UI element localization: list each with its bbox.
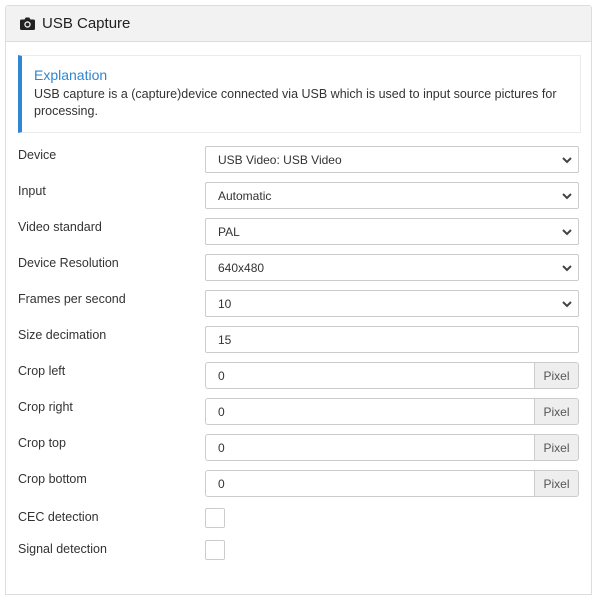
explanation-box: Explanation USB capture is a (capture)de… bbox=[18, 55, 581, 133]
size-decimation-label: Size decimation bbox=[18, 328, 107, 342]
crop-top-input[interactable]: 0 bbox=[205, 434, 535, 461]
size-decimation-input[interactable]: 15 bbox=[205, 326, 579, 353]
camera-icon bbox=[20, 17, 35, 30]
form-row-signal-detection: Signal detection bbox=[6, 540, 593, 568]
device-resolution-select[interactable]: 640x480 bbox=[205, 254, 579, 281]
cec-detection-checkbox[interactable] bbox=[205, 508, 225, 528]
crop-bottom-label: Crop bottom bbox=[18, 472, 87, 486]
explanation-title: Explanation bbox=[34, 67, 108, 83]
crop-top-label: Crop top bbox=[18, 436, 66, 450]
size-decimation-value: 15 bbox=[218, 332, 232, 347]
form-row-crop-left: Crop left 0 Pixel bbox=[6, 362, 593, 390]
device-label: Device bbox=[18, 148, 57, 162]
signal-detection-label: Signal detection bbox=[18, 542, 107, 556]
form-row-size-decimation: Size decimation 15 bbox=[6, 326, 593, 354]
crop-right-value: 0 bbox=[218, 404, 225, 419]
crop-bottom-value: 0 bbox=[218, 476, 225, 491]
form-row-crop-top: Crop top 0 Pixel bbox=[6, 434, 593, 462]
video-standard-label: Video standard bbox=[18, 220, 102, 234]
crop-left-input[interactable]: 0 bbox=[205, 362, 535, 389]
chevron-down-icon bbox=[562, 157, 572, 164]
form-row-cec-detection: CEC detection bbox=[6, 508, 593, 536]
crop-top-value: 0 bbox=[218, 440, 225, 455]
device-select[interactable]: USB Video: USB Video bbox=[205, 146, 579, 173]
panel-title: USB Capture bbox=[42, 15, 131, 32]
chevron-down-icon bbox=[562, 301, 572, 308]
crop-bottom-unit-addon: Pixel bbox=[535, 470, 579, 497]
form-row-fps: Frames per second 10 bbox=[6, 290, 593, 318]
usb-capture-panel: USB Capture Explanation USB capture is a… bbox=[5, 5, 592, 595]
form-row-video-standard: Video standard PAL bbox=[6, 218, 593, 246]
device-resolution-label: Device Resolution bbox=[18, 256, 119, 270]
crop-right-label: Crop right bbox=[18, 400, 73, 414]
form-row-input: Input Automatic bbox=[6, 182, 593, 210]
crop-left-unit-addon: Pixel bbox=[535, 362, 579, 389]
crop-right-input[interactable]: 0 bbox=[205, 398, 535, 425]
panel-header: USB Capture bbox=[6, 6, 591, 42]
video-standard-select[interactable]: PAL bbox=[205, 218, 579, 245]
form-row-device-resolution: Device Resolution 640x480 bbox=[6, 254, 593, 282]
fps-label: Frames per second bbox=[18, 292, 126, 306]
fps-select[interactable]: 10 bbox=[205, 290, 579, 317]
device-resolution-select-value: 640x480 bbox=[218, 260, 265, 275]
device-select-value: USB Video: USB Video bbox=[218, 152, 342, 167]
crop-bottom-input[interactable]: 0 bbox=[205, 470, 535, 497]
input-select[interactable]: Automatic bbox=[205, 182, 579, 209]
cec-detection-label: CEC detection bbox=[18, 510, 99, 524]
crop-left-label: Crop left bbox=[18, 364, 66, 378]
crop-top-unit-addon: Pixel bbox=[535, 434, 579, 461]
chevron-down-icon bbox=[562, 193, 572, 200]
input-select-value: Automatic bbox=[218, 188, 272, 203]
signal-detection-checkbox[interactable] bbox=[205, 540, 225, 560]
video-standard-select-value: PAL bbox=[218, 224, 240, 239]
chevron-down-icon bbox=[562, 265, 572, 272]
input-label: Input bbox=[18, 184, 46, 198]
form-row-crop-bottom: Crop bottom 0 Pixel bbox=[6, 470, 593, 498]
form-row-device: Device USB Video: USB Video bbox=[6, 146, 593, 174]
crop-right-unit-addon: Pixel bbox=[535, 398, 579, 425]
form-row-crop-right: Crop right 0 Pixel bbox=[6, 398, 593, 426]
explanation-text: USB capture is a (capture)device connect… bbox=[34, 87, 557, 118]
crop-left-value: 0 bbox=[218, 368, 225, 383]
chevron-down-icon bbox=[562, 229, 572, 236]
fps-select-value: 10 bbox=[218, 296, 232, 311]
